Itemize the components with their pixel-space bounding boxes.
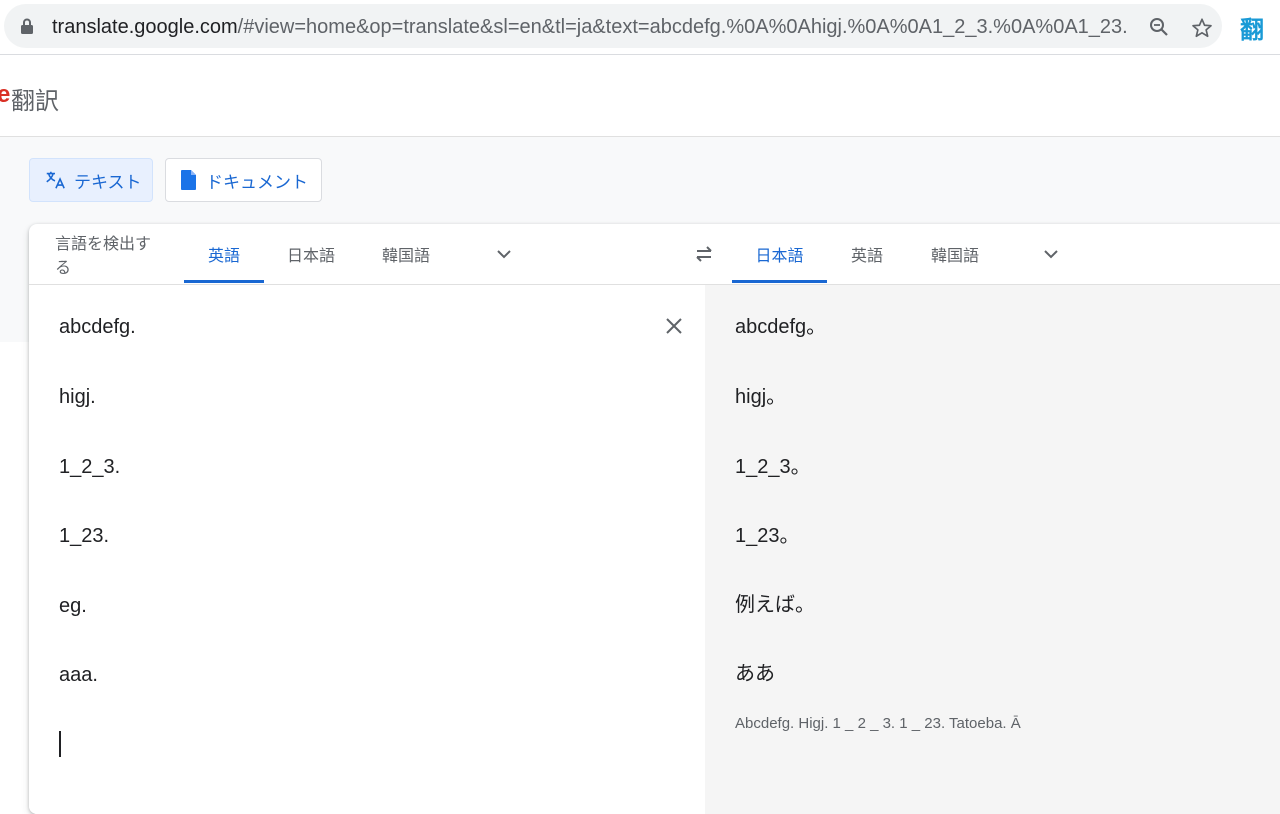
text-mode-button[interactable]: テキスト: [29, 158, 153, 202]
source-line: 1_2_3.: [59, 456, 121, 478]
target-line: ああ: [735, 663, 775, 685]
source-text-input[interactable]: abcdefg. higj. 1_2_3. 1_23. eg. aaa.: [29, 285, 705, 814]
translate-icon: [46, 171, 65, 189]
document-mode-label: ドキュメント: [206, 172, 308, 193]
target-line: 1_2_3。: [735, 456, 811, 478]
chevron-down-icon[interactable]: [494, 244, 514, 264]
target-lang-korean[interactable]: 韓国語: [924, 224, 986, 283]
logo[interactable]: e: [0, 81, 10, 109]
source-lang-korean[interactable]: 韓国語: [374, 224, 438, 283]
active-tab-indicator: [732, 280, 827, 283]
address-bar[interactable]: translate.google.com/#view=home&op=trans…: [4, 4, 1222, 48]
translate-extension-icon[interactable]: 翻: [1240, 10, 1264, 45]
close-icon[interactable]: [663, 315, 685, 337]
zoom-out-icon[interactable]: [1149, 17, 1169, 37]
text-mode-label: テキスト: [74, 172, 142, 193]
page-title: 翻訳: [11, 87, 59, 115]
target-line: 1_23。: [735, 525, 800, 547]
chevron-down-icon[interactable]: [1041, 244, 1061, 264]
document-mode-button[interactable]: ドキュメント: [165, 158, 322, 202]
target-lang-english[interactable]: 英語: [844, 224, 890, 283]
target-lang-japanese[interactable]: 日本語: [732, 224, 827, 283]
source-lang-english-label: 英語: [207, 245, 240, 265]
translation-output: abcdefg。 higj。 1_2_3。 1_23。 例えば。 ああ Abcd…: [705, 285, 1280, 814]
target-line: 例えば。: [735, 594, 815, 616]
target-lang-japanese-label: 日本語: [755, 245, 804, 265]
translation-card: 言語を検出する 英語 日本語 韓国語 日本語 英語 韓国語 abcdefg. h…: [29, 224, 1280, 814]
source-lang-japanese[interactable]: 日本語: [279, 224, 343, 283]
source-line: higj.: [59, 386, 96, 408]
language-bar: 言語を検出する 英語 日本語 韓国語 日本語 英語 韓国語: [29, 224, 1280, 285]
source-line: abcdefg.: [59, 316, 136, 338]
active-tab-indicator: [184, 280, 264, 283]
source-line: 1_23.: [59, 525, 110, 547]
document-icon: [181, 170, 196, 190]
target-line: abcdefg。: [735, 316, 827, 338]
app-header: e 翻訳: [0, 55, 1280, 137]
source-lang-detect[interactable]: 言語を検出する: [55, 224, 157, 283]
url-domain: translate.google.com: [52, 16, 238, 38]
target-line: higj。: [735, 386, 787, 408]
source-lang-english[interactable]: 英語: [184, 224, 264, 283]
swap-languages-icon[interactable]: [693, 244, 715, 264]
star-icon[interactable]: [1191, 17, 1213, 39]
romanization-text: Abcdefg. Higj. 1 _ 2 _ 3. 1 _ 23. Tatoeb…: [735, 715, 1021, 732]
url-text[interactable]: translate.google.com/#view=home&op=trans…: [52, 15, 1127, 39]
source-line: aaa.: [59, 664, 98, 686]
url-path: /#view=home&op=translate&sl=en&tl=ja&tex…: [237, 16, 1127, 38]
lock-icon[interactable]: [20, 18, 34, 34]
source-line: eg.: [59, 595, 87, 617]
text-cursor: [59, 731, 61, 757]
browser-toolbar: translate.google.com/#view=home&op=trans…: [0, 0, 1280, 55]
